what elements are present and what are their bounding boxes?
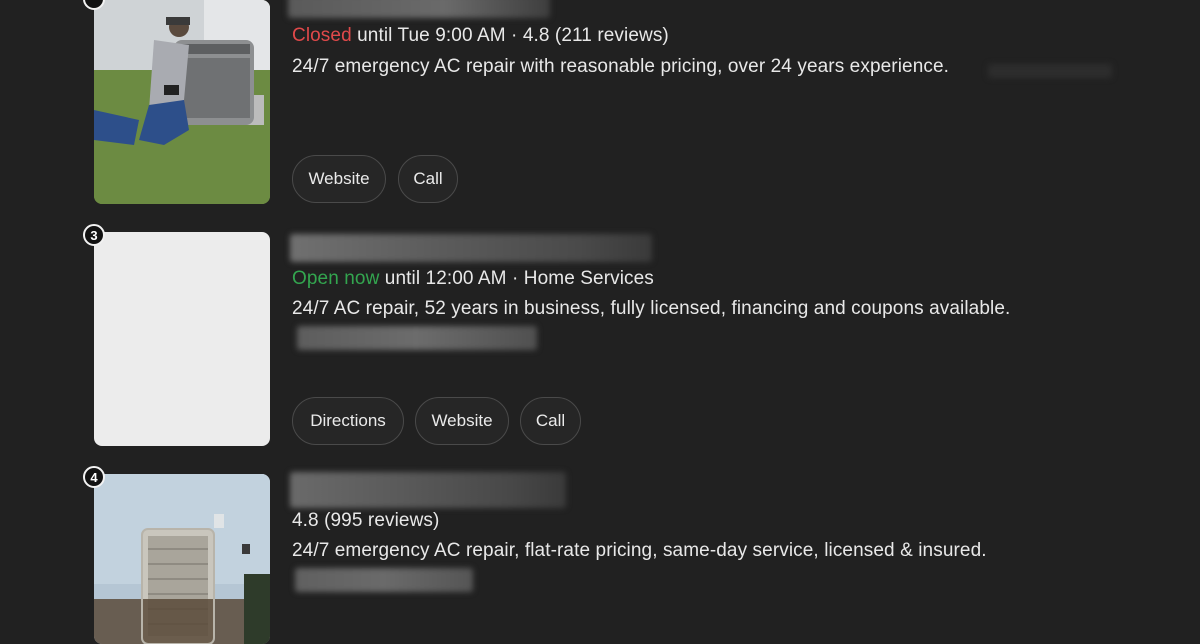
status-detail: until 12:00 AM · Home Services [379, 268, 654, 289]
listing-photo-placeholder[interactable] [94, 232, 270, 446]
listing-photo[interactable] [94, 474, 270, 644]
listing-description: 24/7 emergency AC repair, flat-rate pric… [292, 540, 987, 561]
redacted-snippet [297, 326, 537, 350]
business-name-redacted [288, 0, 550, 18]
status-detail: until Tue 9:00 AM · 4.8 (211 reviews) [351, 25, 669, 46]
status-open: Open now [292, 268, 380, 289]
listing-description: 24/7 emergency AC repair with reasonable… [292, 56, 950, 77]
redacted-snippet [295, 568, 473, 592]
website-button[interactable]: Website [292, 155, 386, 203]
rank-badge: 4 [83, 466, 105, 488]
listing-description: 24/7 AC repair, 52 years in business, fu… [292, 298, 1011, 319]
rank-badge: 3 [83, 224, 105, 246]
rating-line: 4.8 (995 reviews) [292, 510, 440, 531]
technician-ac-unit-image [94, 0, 270, 204]
business-name-redacted [290, 472, 566, 508]
redacted-snippet [988, 64, 1112, 78]
listing-photo[interactable] [94, 0, 270, 204]
status-closed: Closed [292, 25, 352, 46]
directions-button[interactable]: Directions [292, 397, 404, 445]
website-button[interactable]: Website [415, 397, 509, 445]
status-line: Open now until 12:00 AM · Home Services [292, 268, 654, 290]
business-name-redacted [290, 234, 652, 262]
status-line: Closed until Tue 9:00 AM · 4.8 (211 revi… [292, 25, 669, 47]
outdoor-ac-unit-image [94, 474, 270, 644]
call-button[interactable]: Call [398, 155, 458, 203]
call-button[interactable]: Call [520, 397, 581, 445]
